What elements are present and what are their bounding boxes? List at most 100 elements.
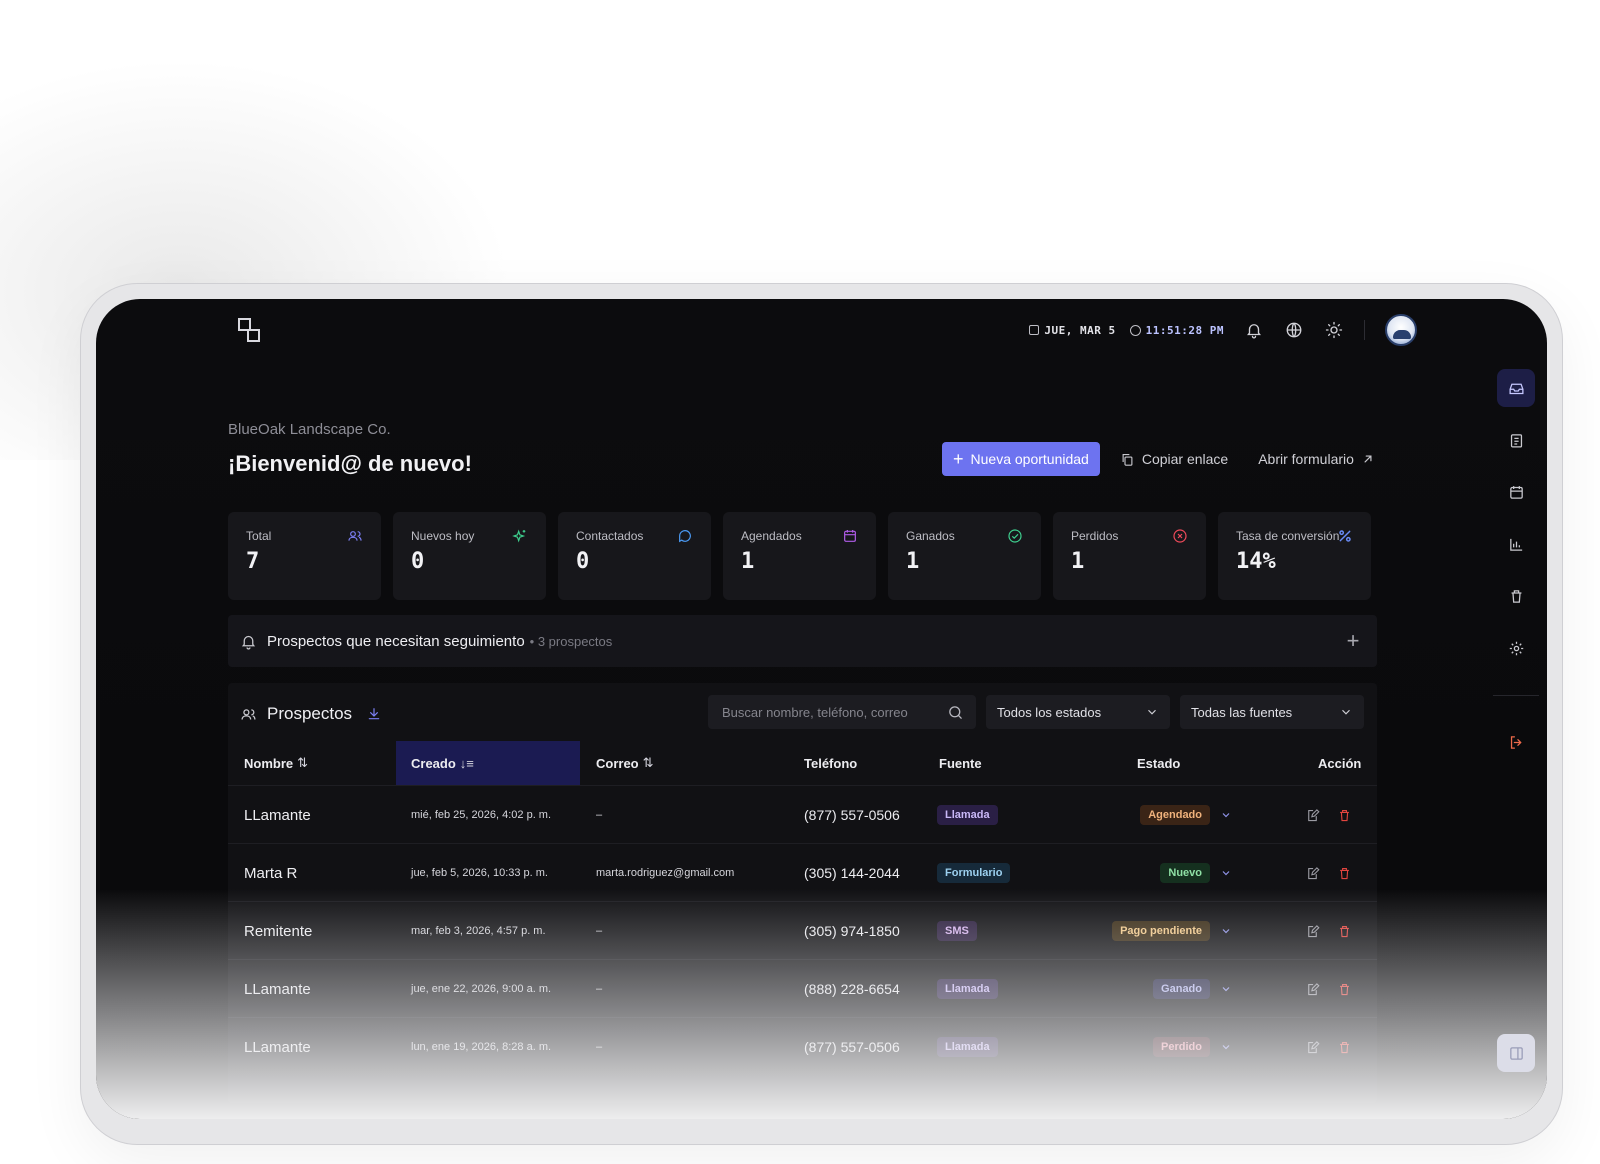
new-opportunity-label: Nueva oportunidad [970, 451, 1089, 467]
calendar-icon[interactable] [1497, 473, 1535, 511]
avatar[interactable] [1385, 314, 1417, 346]
table-row[interactable]: LLamante mié, feb 25, 2026, 4:02 p. m. –… [228, 785, 1377, 843]
edit-icon[interactable] [1305, 960, 1320, 1018]
app-screen: JUE, MAR 5 11:51:28 PM BlueOak Landscape… [96, 299, 1547, 1119]
stat-card-won: Ganados 1 [888, 512, 1041, 600]
chevron-down-icon [1222, 813, 1230, 818]
stat-value: 0 [576, 549, 590, 574]
edit-icon[interactable] [1305, 902, 1320, 960]
edit-icon[interactable] [1305, 1018, 1320, 1076]
new-opportunity-button[interactable]: + Nueva oportunidad [942, 442, 1100, 476]
calendar-icon [1029, 325, 1040, 335]
bar-chart-icon[interactable] [1497, 525, 1535, 563]
col-created[interactable]: Creado ↓≡ [396, 741, 580, 785]
status-dropdown[interactable]: Perdido [1102, 1018, 1232, 1076]
delete-icon[interactable] [1337, 902, 1352, 960]
topbar-divider [1364, 320, 1365, 340]
edit-icon[interactable] [1305, 844, 1320, 902]
stat-card-conversion: Tasa de conversión 14% [1218, 512, 1371, 600]
table-row[interactable]: LLamante jue, ene 22, 2026, 9:00 a. m. –… [228, 959, 1377, 1017]
prospect-phone: (305) 974-1850 [804, 923, 900, 939]
company-name: BlueOak Landscape Co. [228, 421, 391, 438]
panel-icon[interactable] [1497, 1034, 1535, 1072]
col-name[interactable]: Nombre ⇅ [244, 741, 308, 785]
prospect-phone: (305) 144-2044 [804, 865, 900, 881]
chevron-down-icon [1342, 709, 1350, 715]
calendar-icon [844, 530, 856, 542]
status-badge: Ganado [1153, 979, 1210, 999]
stat-value: 1 [1071, 549, 1085, 574]
stat-value: 7 [246, 549, 260, 574]
copy-link-button[interactable]: Copiar enlace [1110, 442, 1238, 476]
prospect-phone: (877) 557-0506 [804, 1039, 900, 1055]
expand-plus-icon[interactable]: + [1341, 628, 1365, 654]
search-icon[interactable] [947, 704, 964, 721]
prospect-created: jue, ene 22, 2026, 9:00 a. m. [411, 983, 552, 995]
x-circle-icon [1173, 529, 1187, 543]
open-form-label: Abrir formulario [1258, 451, 1354, 467]
table-header: Nombre ⇅ Creado ↓≡ Correo ⇅ Teléfono Fue… [228, 741, 1377, 785]
prospect-created: mié, feb 25, 2026, 4:02 p. m. [411, 809, 552, 821]
percent-icon [1339, 530, 1351, 542]
status-badge: Nuevo [1160, 863, 1210, 883]
clipboard-icon[interactable] [1497, 421, 1535, 459]
col-name-label: Nombre [244, 755, 294, 771]
open-form-button[interactable]: Abrir formulario [1248, 442, 1385, 476]
bell-icon[interactable] [1244, 320, 1264, 340]
edit-icon[interactable] [1305, 786, 1320, 844]
col-email[interactable]: Correo ⇅ [596, 741, 654, 785]
stat-label: Ganados [906, 529, 955, 543]
sidebar-divider [1493, 695, 1539, 696]
status-dropdown[interactable]: Nuevo [1102, 844, 1232, 902]
inbox-icon[interactable] [1497, 369, 1535, 407]
prospect-email: – [596, 925, 603, 937]
search-input[interactable] [720, 703, 947, 721]
delete-icon[interactable] [1337, 844, 1352, 902]
stat-card-scheduled: Agendados 1 [723, 512, 876, 600]
status-filter-value: Todos los estados [997, 704, 1102, 720]
chevron-down-icon [1222, 871, 1230, 876]
stat-label: Nuevos hoy [411, 529, 475, 543]
chevron-down-icon [1222, 1045, 1230, 1050]
status-dropdown[interactable]: Ganado [1102, 960, 1232, 1018]
stat-label: Tasa de conversión [1236, 529, 1340, 543]
check-circle-icon [1008, 529, 1022, 543]
table-row[interactable]: Marta R jue, feb 5, 2026, 10:33 p. m. ma… [228, 843, 1377, 901]
status-dropdown[interactable]: Agendado [1102, 786, 1232, 844]
delete-icon[interactable] [1337, 786, 1352, 844]
table-row[interactable]: Remitente mar, feb 3, 2026, 4:57 p. m. –… [228, 901, 1377, 959]
sort-icon: ⇅ [642, 755, 654, 770]
status-filter-select[interactable]: Todos los estados [986, 695, 1170, 729]
bell-icon [241, 635, 256, 650]
stat-value: 0 [411, 549, 425, 574]
logout-icon[interactable] [1497, 723, 1535, 761]
source-badge: Formulario [937, 863, 1011, 883]
chevron-down-icon [1148, 709, 1156, 715]
users-icon [348, 531, 362, 541]
app-logo[interactable] [238, 318, 262, 344]
clock-icon [1129, 324, 1141, 336]
delete-icon[interactable] [1337, 1018, 1352, 1076]
status-dropdown[interactable]: Pago pendiente [1062, 902, 1232, 960]
trash-icon[interactable] [1497, 577, 1535, 615]
table-row[interactable]: LLamante lun, ene 19, 2026, 8:28 a. m. –… [228, 1017, 1377, 1075]
time-text: 11:51:28 PM [1145, 323, 1224, 337]
delete-icon[interactable] [1337, 960, 1352, 1018]
time-display: 11:51:28 PM [1129, 323, 1224, 337]
header-actions: + Nueva oportunidad Copiar enlace Abrir … [942, 442, 1385, 476]
users-icon [241, 708, 256, 720]
source-badge: Llamada [937, 979, 998, 999]
globe-icon[interactable] [1284, 320, 1304, 340]
prospect-phone: (877) 557-0506 [804, 807, 900, 823]
followup-bar[interactable]: Prospectos que necesitan seguimiento • 3… [228, 615, 1377, 667]
date-text: JUE, MAR 5 [1044, 323, 1116, 337]
col-status-label: Estado [1137, 755, 1181, 771]
prospect-name: LLamante [244, 1038, 311, 1056]
download-icon[interactable] [366, 706, 382, 722]
sun-icon[interactable] [1324, 320, 1344, 340]
chat-icon [679, 530, 691, 543]
source-filter-select[interactable]: Todas las fuentes [1180, 695, 1364, 729]
gear-icon[interactable] [1497, 629, 1535, 667]
search-box [708, 695, 976, 729]
prospect-phone: (888) 228-6654 [804, 981, 900, 997]
